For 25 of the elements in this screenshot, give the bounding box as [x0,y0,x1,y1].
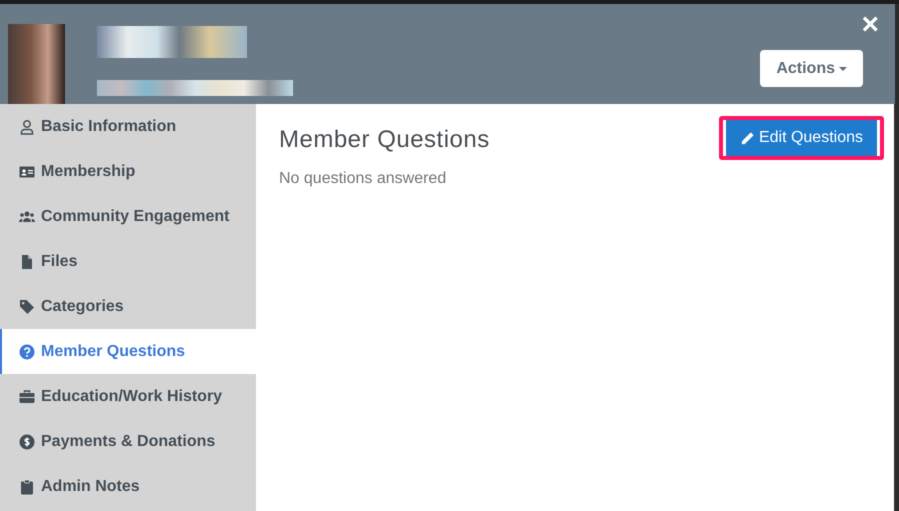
section-title: Member Questions [279,126,490,154]
sidebar-item[interactable]: Membership [0,149,256,194]
sidebar-item[interactable]: Education/Work History [0,374,256,419]
dollar-icon [19,434,35,450]
file-icon [19,254,35,270]
question-icon [19,344,35,360]
tag-icon [19,298,35,314]
sidebar-item[interactable]: Member Questions [0,329,256,374]
user-icon [19,118,35,134]
sidebar-item[interactable]: Categories [0,284,256,329]
caret-icon [839,66,847,70]
id-card-icon [19,164,35,180]
sidebar-item[interactable]: Community Engagement [0,194,256,239]
sidebar-item[interactable]: Payments & Donations [0,419,256,464]
group-icon [19,208,35,224]
edit-questions-button[interactable]: Edit Questions [722,120,880,156]
pencil-icon [740,130,755,146]
empty-message: No questions answered [279,170,448,188]
sidebar-item[interactable]: Files [0,239,256,284]
sidebar-item[interactable]: Basic Information [0,104,256,149]
close-button[interactable]: × [861,12,879,38]
clipboard-icon [19,478,35,494]
sidebar-item[interactable]: Admin Notes [0,464,256,509]
briefcase-icon [19,388,35,404]
actions-button[interactable]: Actions [760,50,863,87]
